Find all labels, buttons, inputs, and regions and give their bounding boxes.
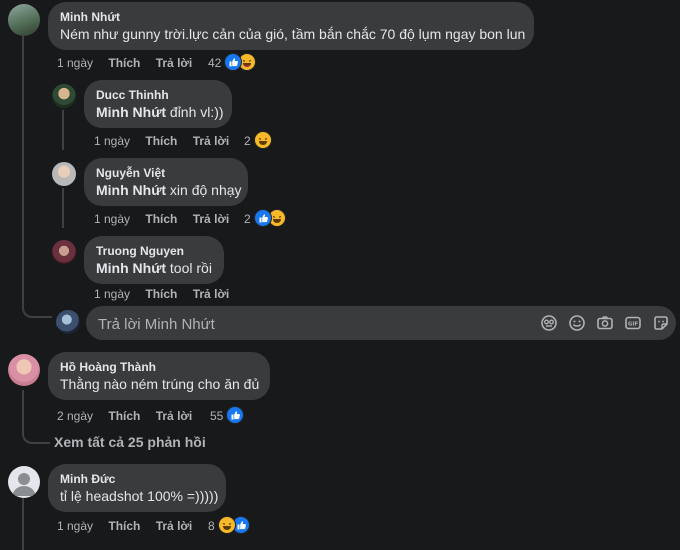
comment-author[interactable]: Hồ Hoàng Thành bbox=[60, 360, 258, 375]
reply-thread-line bbox=[62, 110, 64, 150]
like-icon bbox=[226, 406, 244, 424]
comment-author[interactable]: Nguyễn Việt bbox=[96, 166, 236, 181]
mention-link[interactable]: Minh Nhứt bbox=[96, 104, 166, 120]
comment-text: Thằng nào ném trúng cho ăn đủ bbox=[60, 376, 260, 392]
comment-actions: 1 ngày Thích Trả lời bbox=[94, 287, 229, 301]
comment-actions: 2 ngày Thích Trả lời bbox=[57, 409, 192, 423]
haha-icon bbox=[218, 516, 236, 534]
comment-time[interactable]: 2 ngày bbox=[57, 409, 93, 423]
like-button[interactable]: Thích bbox=[108, 409, 140, 423]
mention-link[interactable]: Minh Nhứt bbox=[96, 182, 166, 198]
reaction-count[interactable]: 42 bbox=[208, 56, 221, 70]
haha-icon bbox=[254, 131, 272, 149]
thread-elbow bbox=[22, 428, 50, 444]
comment-author[interactable]: Minh Nhứt bbox=[60, 10, 522, 25]
reaction-count[interactable]: 2 bbox=[244, 212, 251, 226]
reply-button[interactable]: Trả lời bbox=[156, 409, 193, 423]
reply-input[interactable] bbox=[96, 312, 500, 336]
comment-bubble: Minh Đức tỉ lệ headshot 100% =))))) bbox=[48, 464, 226, 512]
avatar[interactable] bbox=[8, 466, 40, 498]
like-icon bbox=[254, 209, 272, 227]
avatar[interactable] bbox=[52, 84, 76, 108]
comment-time[interactable]: 1 ngày bbox=[94, 287, 130, 301]
comment-author[interactable]: Ducc Thinhh bbox=[96, 88, 220, 103]
reply-button[interactable]: Trả lời bbox=[156, 56, 193, 70]
thread-line bbox=[22, 36, 24, 306]
comment-text: tỉ lệ headshot 100% =))))) bbox=[60, 488, 219, 504]
comment-bubble: Truong Nguyen Minh Nhứt tool rồi bbox=[84, 236, 224, 284]
sticker-face-icon[interactable] bbox=[540, 314, 558, 332]
like-button[interactable]: Thích bbox=[145, 212, 177, 226]
reaction-count[interactable]: 2 bbox=[244, 134, 251, 148]
comment-author[interactable]: Truong Nguyen bbox=[96, 244, 212, 259]
avatar[interactable] bbox=[8, 354, 40, 386]
thread-line bbox=[22, 498, 24, 550]
like-icon bbox=[224, 53, 242, 71]
comment-bubble: Ducc Thinhh Minh Nhứt đỉnh vl:)) bbox=[84, 80, 232, 128]
see-all-replies-link[interactable]: Xem tất cả 25 phản hồi bbox=[54, 434, 206, 450]
mention-link[interactable]: Minh Nhứt bbox=[96, 260, 166, 276]
thread-elbow bbox=[22, 296, 52, 318]
reply-box: GIF bbox=[86, 306, 676, 340]
comment-text: Minh Nhứt xin độ nhạy bbox=[96, 182, 242, 198]
comment-bubble: Hồ Hoàng Thành Thằng nào ném trúng cho ă… bbox=[48, 352, 270, 400]
svg-text:GIF: GIF bbox=[628, 322, 639, 328]
emoji-icon[interactable] bbox=[568, 314, 586, 332]
comment-time[interactable]: 1 ngày bbox=[57, 519, 93, 533]
comment-actions: 1 ngày Thích Trả lời bbox=[57, 56, 192, 70]
reply-button[interactable]: Trả lời bbox=[156, 519, 193, 533]
sticker-icon[interactable] bbox=[652, 314, 670, 332]
comment-author[interactable]: Minh Đức bbox=[60, 472, 214, 487]
comment-time[interactable]: 1 ngày bbox=[94, 212, 130, 226]
comment-bubble: Nguyễn Việt Minh Nhứt xin độ nhạy bbox=[84, 158, 248, 206]
comment-actions: 1 ngày Thích Trả lời bbox=[57, 519, 192, 533]
gif-icon[interactable]: GIF bbox=[624, 314, 642, 332]
comment-time[interactable]: 1 ngày bbox=[94, 134, 130, 148]
comment-bubble: Minh Nhứt Ném như gunny trời.lực cản của… bbox=[48, 2, 534, 50]
like-button[interactable]: Thích bbox=[145, 287, 177, 301]
comment-text: Minh Nhứt tool rồi bbox=[96, 260, 212, 276]
comment-text: Minh Nhứt đỉnh vl:)) bbox=[96, 104, 224, 120]
avatar[interactable] bbox=[8, 4, 40, 36]
reply-thread-line bbox=[62, 188, 64, 228]
thread-line bbox=[22, 390, 24, 430]
reply-button[interactable]: Trả lời bbox=[193, 134, 230, 148]
avatar[interactable] bbox=[52, 162, 76, 186]
reaction-count[interactable]: 8 bbox=[208, 519, 215, 533]
default-avatar-icon bbox=[12, 473, 36, 496]
current-user-avatar[interactable] bbox=[56, 310, 80, 334]
comment-text: Ném như gunny trời.lực cản của gió, tầm … bbox=[60, 26, 526, 42]
like-button[interactable]: Thích bbox=[108, 56, 140, 70]
comment-actions: 1 ngày Thích Trả lời bbox=[94, 212, 229, 226]
comment-actions: 1 ngày Thích Trả lời bbox=[94, 134, 229, 148]
like-button[interactable]: Thích bbox=[108, 519, 140, 533]
camera-icon[interactable] bbox=[596, 314, 614, 332]
avatar[interactable] bbox=[52, 240, 76, 264]
reaction-count[interactable]: 55 bbox=[210, 409, 223, 423]
reply-button[interactable]: Trả lời bbox=[193, 212, 230, 226]
reply-button[interactable]: Trả lời bbox=[193, 287, 230, 301]
like-button[interactable]: Thích bbox=[145, 134, 177, 148]
comment-time[interactable]: 1 ngày bbox=[57, 56, 93, 70]
